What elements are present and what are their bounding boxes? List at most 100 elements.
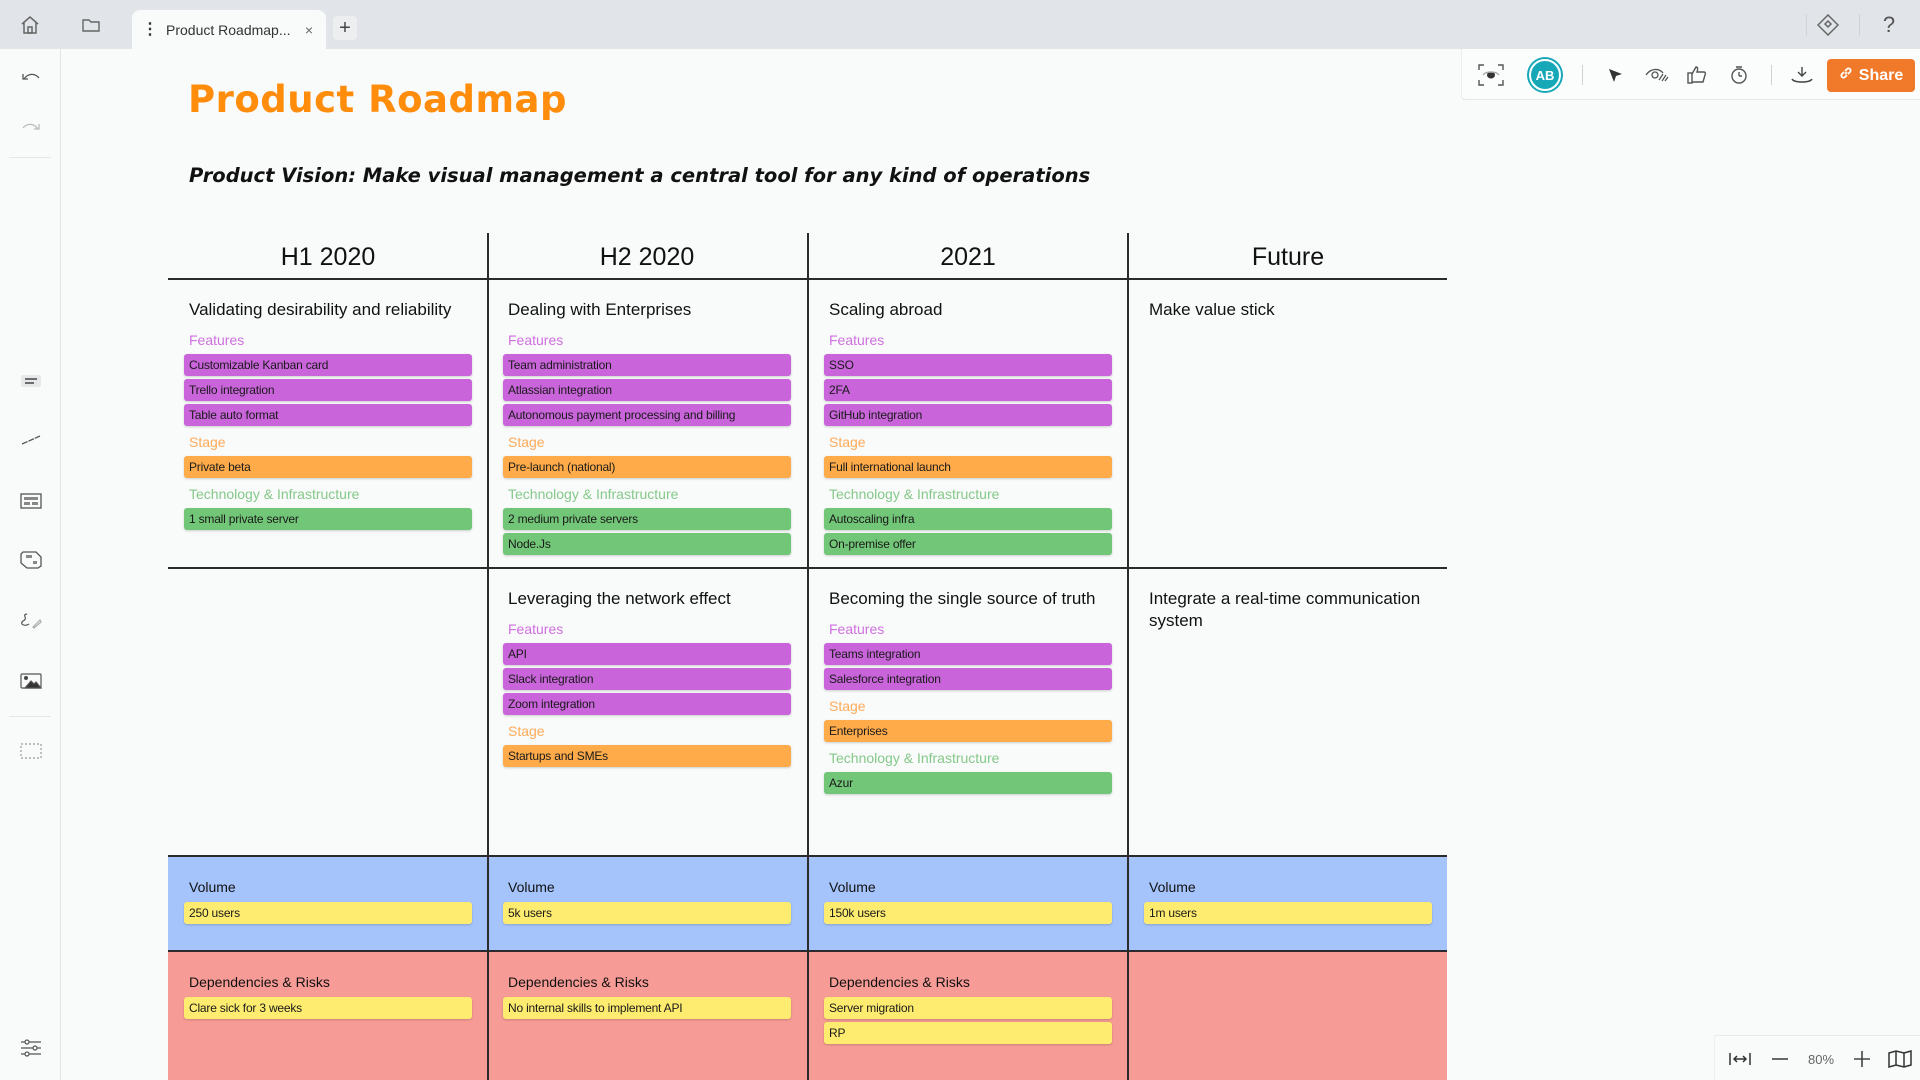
tech-label: Technology & Infrastructure bbox=[189, 486, 360, 502]
share-button[interactable]: Share bbox=[1827, 59, 1915, 92]
pen-icon[interactable] bbox=[18, 608, 44, 634]
volume-label: Volume bbox=[1149, 879, 1196, 895]
risks-label: Dependencies & Risks bbox=[829, 974, 970, 990]
roadmap-cell: Integrate a real-time communication syst… bbox=[1128, 569, 1448, 642]
tech-card[interactable]: Azur bbox=[824, 772, 1112, 794]
tech-card[interactable]: Node.Js bbox=[503, 533, 791, 555]
volume-sticky[interactable]: 250 users bbox=[184, 902, 472, 924]
zoom-in-icon[interactable] bbox=[1851, 1046, 1873, 1072]
stage-card[interactable]: Enterprises bbox=[824, 720, 1112, 742]
risks-cell: Dependencies & Risks No internal skills t… bbox=[487, 973, 807, 1022]
cell-title[interactable]: Becoming the single source of truth bbox=[824, 588, 1114, 610]
features-card[interactable]: Teams integration bbox=[824, 643, 1112, 665]
download-icon[interactable] bbox=[1789, 62, 1815, 88]
volume-cell: Volume 1m users bbox=[1128, 878, 1448, 927]
features-card[interactable]: Trello integration bbox=[184, 379, 472, 401]
image-icon[interactable] bbox=[18, 668, 44, 694]
volume-cell: Volume 250 users bbox=[168, 878, 488, 927]
stage-card[interactable]: Startups and SMEs bbox=[503, 745, 791, 767]
cell-title[interactable]: Make value stick bbox=[1144, 299, 1434, 321]
tab-product-roadmap[interactable]: ⋮ Product Roadmap... × bbox=[132, 10, 326, 49]
tech-card[interactable]: On-premise offer bbox=[824, 533, 1112, 555]
risks-sticky[interactable]: Clare sick for 3 weeks bbox=[184, 997, 472, 1019]
features-card[interactable]: API bbox=[503, 643, 791, 665]
stage-label: Stage bbox=[508, 723, 545, 739]
features-card[interactable]: Team administration bbox=[503, 354, 791, 376]
volume-label: Volume bbox=[829, 879, 876, 895]
cursor-icon[interactable] bbox=[1602, 62, 1628, 88]
stage-card[interactable]: Full international launch bbox=[824, 456, 1112, 478]
timer-icon[interactable] bbox=[1726, 62, 1752, 88]
divider bbox=[1806, 14, 1807, 36]
tech-card[interactable]: 2 medium private servers bbox=[503, 508, 791, 530]
screen-capture-icon[interactable] bbox=[1478, 62, 1504, 88]
volume-sticky[interactable]: 1m users bbox=[1144, 902, 1432, 924]
stage-card[interactable]: Private beta bbox=[184, 456, 472, 478]
tab-title: Product Roadmap... bbox=[166, 21, 291, 38]
divider bbox=[1771, 65, 1772, 85]
features-card[interactable]: Salesforce integration bbox=[824, 668, 1112, 690]
tab-menu-icon[interactable]: ⋮ bbox=[140, 21, 160, 38]
cell-title[interactable]: Dealing with Enterprises bbox=[503, 299, 793, 321]
divider bbox=[1582, 65, 1583, 85]
features-card[interactable]: Autonomous payment processing and billin… bbox=[503, 404, 791, 426]
risks-label: Dependencies & Risks bbox=[508, 974, 649, 990]
column-heading[interactable]: H2 2020 bbox=[487, 243, 807, 272]
product-vision[interactable]: Product Vision: Make visual management a… bbox=[189, 164, 1090, 187]
volume-sticky[interactable]: 150k users bbox=[824, 902, 1112, 924]
features-card[interactable]: 2FA bbox=[824, 379, 1112, 401]
new-tab-button[interactable]: + bbox=[333, 16, 357, 40]
features-card[interactable]: Customizable Kanban card bbox=[184, 354, 472, 376]
plugin-diamond-icon[interactable] bbox=[1815, 12, 1841, 38]
line-icon[interactable] bbox=[18, 427, 44, 453]
roadmap-cell: Make value stick bbox=[1128, 280, 1448, 331]
redo-icon[interactable] bbox=[18, 114, 44, 140]
risks-cell: Dependencies & Risks Server migration RP bbox=[808, 973, 1128, 1047]
risks-sticky[interactable]: No internal skills to implement API bbox=[503, 997, 791, 1019]
frame-select-icon[interactable] bbox=[18, 738, 44, 764]
divider bbox=[9, 716, 51, 717]
features-card[interactable]: Zoom integration bbox=[503, 693, 791, 715]
tech-label: Technology & Infrastructure bbox=[829, 750, 1000, 766]
hide-eye-icon[interactable] bbox=[1644, 62, 1670, 88]
board-title[interactable]: Product Roadmap bbox=[188, 78, 567, 121]
fit-width-icon[interactable] bbox=[1727, 1046, 1753, 1072]
zoom-out-icon[interactable] bbox=[1769, 1046, 1791, 1072]
minimap-icon[interactable] bbox=[1887, 1046, 1913, 1072]
cell-title[interactable]: Integrate a real-time communication syst… bbox=[1144, 588, 1434, 632]
roadmap-cell: Leveraging the network effect Features API… bbox=[487, 569, 807, 770]
features-card[interactable]: GitHub integration bbox=[824, 404, 1112, 426]
risks-sticky[interactable]: RP bbox=[824, 1022, 1112, 1044]
shape-icon[interactable] bbox=[18, 547, 44, 573]
stage-card[interactable]: Pre-launch (national) bbox=[503, 456, 791, 478]
features-card[interactable]: Table auto format bbox=[184, 404, 472, 426]
help-icon[interactable]: ? bbox=[1876, 12, 1902, 38]
cell-title[interactable]: Scaling abroad bbox=[824, 299, 1114, 321]
features-card[interactable]: Atlassian integration bbox=[503, 379, 791, 401]
volume-sticky[interactable]: 5k users bbox=[503, 902, 791, 924]
settings-sliders-icon[interactable] bbox=[18, 1035, 44, 1061]
column-heading[interactable]: Future bbox=[1128, 243, 1448, 272]
home-icon[interactable] bbox=[17, 12, 43, 38]
cell-title[interactable]: Leveraging the network effect bbox=[503, 588, 793, 610]
roadmap-cell: Scaling abroad Features SSO 2FA GitHub integ… bbox=[808, 280, 1128, 558]
features-card[interactable]: Slack integration bbox=[503, 668, 791, 690]
table-icon[interactable] bbox=[18, 488, 44, 514]
features-card[interactable]: SSO bbox=[824, 354, 1112, 376]
folder-icon[interactable] bbox=[78, 12, 104, 38]
sticky-note-icon[interactable] bbox=[18, 368, 44, 394]
undo-icon[interactable] bbox=[18, 64, 44, 90]
risks-label: Dependencies & Risks bbox=[189, 974, 330, 990]
cell-title[interactable]: Validating desirability and reliability bbox=[184, 299, 474, 321]
tech-card[interactable]: Autoscaling infra bbox=[824, 508, 1112, 530]
column-heading[interactable]: H1 2020 bbox=[168, 243, 488, 272]
column-heading[interactable]: 2021 bbox=[808, 243, 1128, 272]
thumbs-up-icon[interactable] bbox=[1684, 62, 1710, 88]
avatar[interactable]: AB bbox=[1529, 59, 1561, 91]
stage-label: Stage bbox=[829, 698, 866, 714]
volume-cell: Volume 150k users bbox=[808, 878, 1128, 927]
tech-card[interactable]: 1 small private server bbox=[184, 508, 472, 530]
tech-label: Technology & Infrastructure bbox=[508, 486, 679, 502]
risks-sticky[interactable]: Server migration bbox=[824, 997, 1112, 1019]
close-tab-icon[interactable]: × bbox=[298, 22, 320, 38]
